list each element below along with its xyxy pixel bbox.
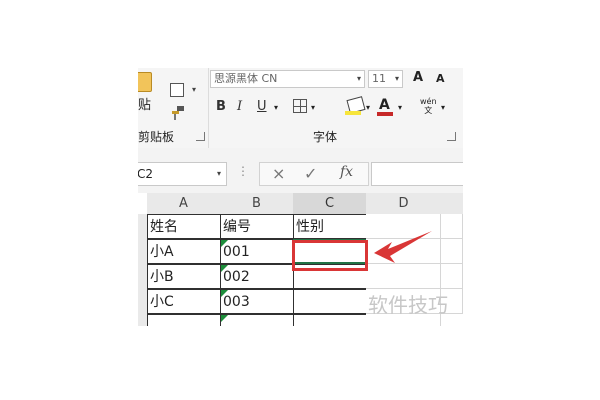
font-size-dropdown-icon[interactable]: ▾ <box>395 71 399 87</box>
copy-dropdown-icon[interactable]: ▾ <box>192 85 196 94</box>
formula-bar-resize-handle[interactable]: ⋮ <box>237 164 250 178</box>
formula-bar: C2 ▾ ⋮ × ✓ fx <box>138 148 463 193</box>
cell-c5[interactable] <box>293 314 367 326</box>
name-box-value: C2 <box>138 167 154 181</box>
column-header-d[interactable]: D <box>366 193 442 215</box>
cell-a5[interactable] <box>147 314 221 326</box>
font-size-value: 11 <box>372 72 386 85</box>
name-box-dropdown-icon[interactable]: ▾ <box>217 163 221 185</box>
paste-button-label[interactable]: 贴 <box>138 94 151 113</box>
font-name-value: 思源黑体 CN <box>214 72 278 85</box>
name-box[interactable]: C2 ▾ <box>138 162 227 186</box>
font-color-dropdown-icon[interactable]: ▾ <box>398 103 402 112</box>
column-header-b[interactable]: B <box>220 193 294 215</box>
cell-e2[interactable] <box>441 239 463 264</box>
fill-color-dropdown-icon[interactable]: ▾ <box>366 103 370 112</box>
excel-window: ▾ 贴 剪贴板 思源黑体 CN ▾ 11 ▾ A A B I U ▾ ▾ ▾ A… <box>138 68 463 326</box>
clipboard-group-label: 剪贴板 <box>138 130 175 144</box>
cell-b4[interactable]: 003 <box>220 289 294 314</box>
clipboard-group: ▾ 贴 剪贴板 <box>138 68 209 148</box>
column-header-a[interactable]: A <box>147 193 221 215</box>
error-indicator-icon <box>221 265 228 272</box>
insert-function-icon[interactable]: fx <box>340 164 353 180</box>
error-indicator-icon <box>221 315 228 322</box>
bold-button[interactable]: B <box>216 99 226 114</box>
error-indicator-icon <box>221 240 228 247</box>
italic-button[interactable]: I <box>237 99 242 114</box>
cell-e1[interactable] <box>441 214 463 239</box>
cancel-icon[interactable]: × <box>272 164 285 183</box>
decrease-font-size-button[interactable]: A <box>436 72 445 85</box>
borders-icon[interactable] <box>293 99 307 113</box>
enter-icon[interactable]: ✓ <box>304 164 317 183</box>
increase-font-size-button[interactable]: A <box>413 70 423 85</box>
font-name-select[interactable]: 思源黑体 CN ▾ <box>210 70 365 88</box>
cell-c4[interactable] <box>293 289 367 314</box>
cell-a4[interactable]: 小C <box>147 289 221 314</box>
copy-icon[interactable] <box>170 83 184 97</box>
arrow-icon <box>374 231 432 263</box>
cell-c1[interactable]: 性别 <box>293 214 367 239</box>
ribbon: ▾ 贴 剪贴板 思源黑体 CN ▾ 11 ▾ A A B I U ▾ ▾ ▾ A… <box>138 68 463 149</box>
cell-e3[interactable] <box>441 264 463 289</box>
cell-a2[interactable]: 小A <box>147 239 221 264</box>
column-header-c[interactable]: C <box>293 193 367 216</box>
format-painter-icon[interactable] <box>171 106 185 120</box>
font-group: 思源黑体 CN ▾ 11 ▾ A A B I U ▾ ▾ ▾ A ▾ wén 文 <box>208 68 463 148</box>
underline-dropdown-icon[interactable]: ▾ <box>274 103 278 112</box>
borders-dropdown-icon[interactable]: ▾ <box>311 103 315 112</box>
formula-input[interactable] <box>371 162 463 186</box>
font-group-label: 字体 <box>313 130 338 144</box>
highlight-box <box>292 240 368 271</box>
column-header-next[interactable] <box>441 193 463 215</box>
font-name-dropdown-icon[interactable]: ▾ <box>357 71 361 87</box>
font-color-button[interactable]: A <box>379 97 390 113</box>
cell-a3[interactable]: 小B <box>147 264 221 289</box>
phonetic-guide-dropdown-icon[interactable]: ▾ <box>441 103 445 112</box>
cell-d3[interactable] <box>366 264 441 289</box>
underline-button[interactable]: U <box>257 99 267 114</box>
cell-b3[interactable]: 002 <box>220 264 294 289</box>
cell-b1[interactable]: 编号 <box>220 214 294 239</box>
phonetic-guide-label: wén 文 <box>420 97 437 115</box>
phonetic-guide-button[interactable]: wén 文 <box>420 97 437 115</box>
paste-icon[interactable] <box>138 72 152 92</box>
formula-controls: × ✓ fx <box>259 162 369 186</box>
error-indicator-icon <box>221 290 228 297</box>
font-color-swatch <box>377 112 393 116</box>
cell-b5[interactable] <box>220 314 294 326</box>
watermark-text: 软件技巧 <box>368 293 448 317</box>
cell-b2[interactable]: 001 <box>220 239 294 264</box>
cell-a1[interactable]: 姓名 <box>147 214 221 239</box>
font-size-select[interactable]: 11 ▾ <box>368 70 403 88</box>
clipboard-dialog-launcher-icon[interactable] <box>196 132 205 141</box>
font-dialog-launcher-icon[interactable] <box>447 132 456 141</box>
fill-color-swatch <box>345 111 361 115</box>
